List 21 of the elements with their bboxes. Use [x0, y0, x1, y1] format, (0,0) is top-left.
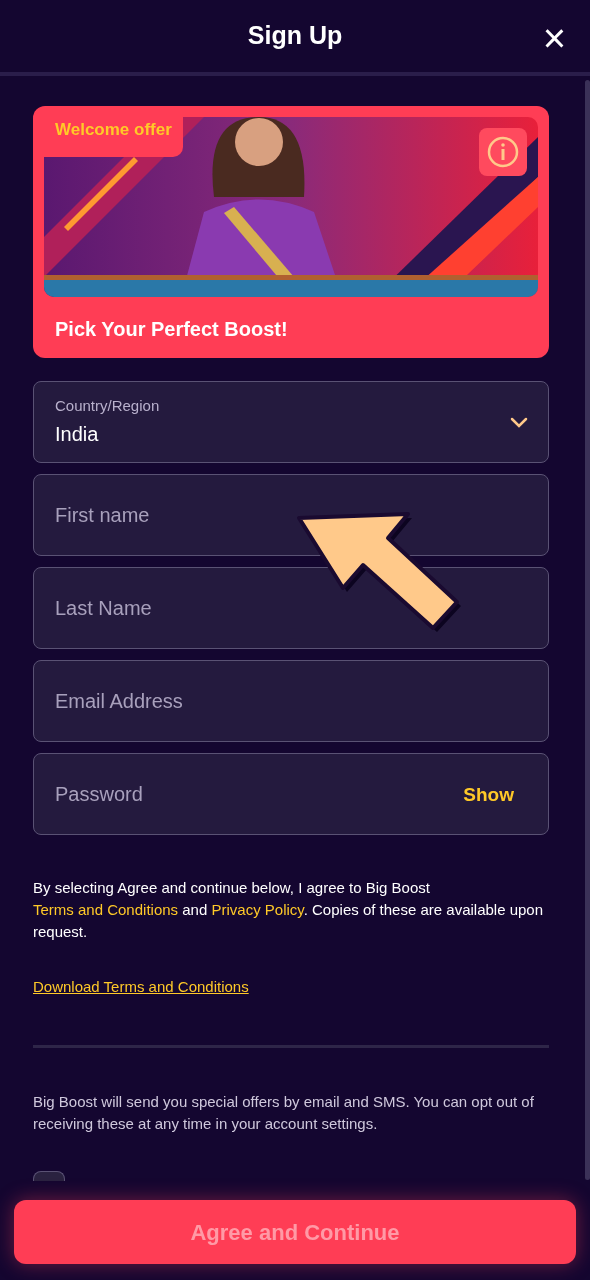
info-icon: [487, 136, 519, 168]
download-link[interactable]: Download Terms and Conditions: [33, 976, 249, 999]
field-value: India: [55, 422, 100, 448]
input-field[interactable]: Last Name: [33, 567, 549, 649]
input-field[interactable]: Email Address: [33, 660, 549, 742]
show-password-button[interactable]: Show: [463, 781, 514, 810]
marketing-note: Big Boost will send you special offers by email and SMS. You can opt out of receiving these at any time in your account settings.: [33, 1091, 535, 1134]
offer-badge: Welcome offer: [44, 117, 183, 157]
scrollbar[interactable]: [585, 80, 590, 1180]
chevron-down-icon: [510, 417, 528, 428]
window-title: Sign Up: [247, 20, 343, 52]
policy-link[interactable]: Terms and Conditions: [33, 901, 179, 918]
policy-link[interactable]: Privacy Policy: [211, 901, 304, 918]
input-field[interactable]: First name: [33, 474, 549, 556]
close-button[interactable]: ×: [542, 18, 566, 58]
field-label: Country/Region: [55, 395, 160, 416]
opt-out-checkbox[interactable]: [33, 1170, 65, 1181]
offer-headline: Pick Your Perfect Boost!: [55, 317, 289, 342]
info-button[interactable]: [479, 128, 527, 176]
country-select[interactable]: Country/Region India: [33, 381, 549, 463]
consent-text: By selecting Agree and continue below, I agree to Big Boost Terms and Conditions and Privacy Policy. Copies of these are available upon request.: [33, 878, 545, 942]
